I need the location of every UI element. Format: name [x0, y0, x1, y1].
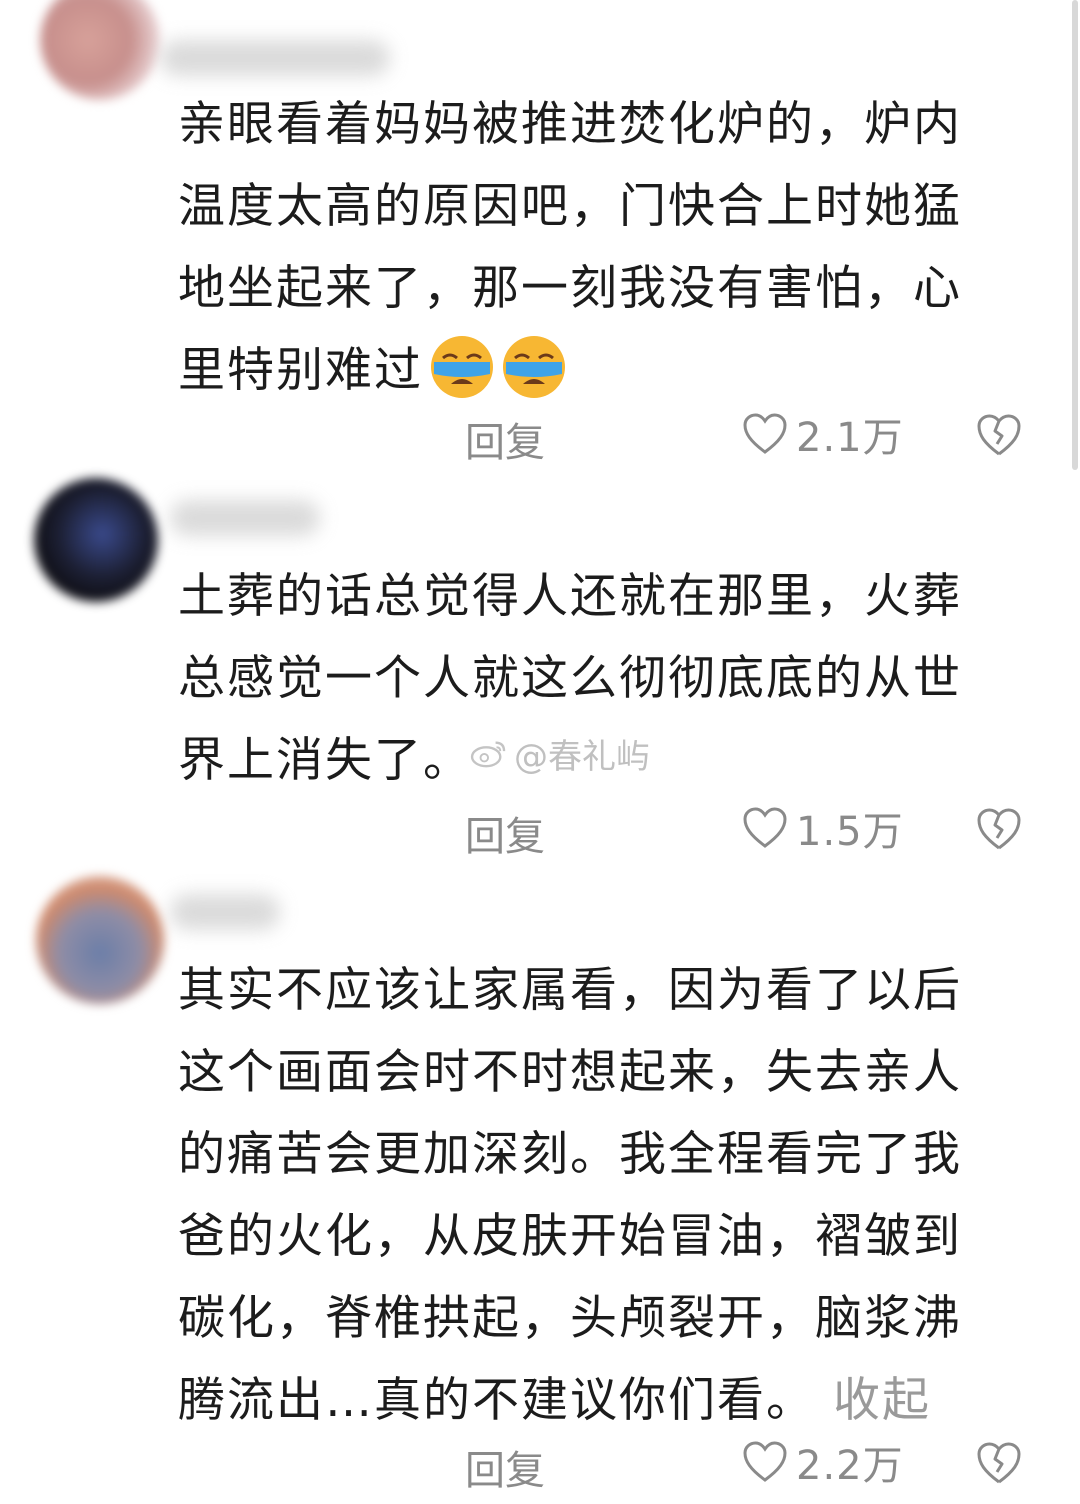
broken-heart-icon[interactable] — [975, 806, 1023, 852]
like-button[interactable]: 2.2万 — [742, 1436, 904, 1489]
crying-face-emoji — [429, 334, 495, 400]
heart-icon — [743, 807, 787, 848]
weibo-logo-icon — [470, 741, 506, 768]
scrollbar[interactable] — [1072, 0, 1078, 470]
heart-icon — [743, 1441, 787, 1482]
avatar[interactable] — [40, 0, 160, 100]
like-count: 2.1万 — [796, 415, 904, 461]
collapse-button[interactable]: 收起 — [833, 1373, 931, 1428]
broken-heart-icon[interactable] — [975, 1440, 1023, 1486]
username-blurred[interactable] — [170, 500, 320, 536]
comment-text-content: 亲眼看着妈妈被推进焚化炉的，炉内温度太高的原因吧，门快合上时她猛地坐起来了，那一… — [178, 97, 962, 398]
comment-actions: 回复 2.2万 — [0, 1432, 1080, 1494]
comment-text: 亲眼看着妈妈被推进焚化炉的，炉内温度太高的原因吧，门快合上时她猛地坐起来了，那一… — [178, 84, 1008, 412]
crying-face-emoji — [501, 334, 567, 400]
comment-text-content: 其实不应该让家属看，因为看了以后这个画面会时不时想起来，失去亲人的痛苦会更加深刻… — [178, 963, 962, 1428]
like-count: 1.5万 — [796, 809, 904, 855]
username-blurred[interactable] — [160, 40, 390, 76]
like-count: 2.2万 — [796, 1443, 904, 1489]
reply-button[interactable]: 回复 — [465, 1438, 545, 1496]
like-button[interactable]: 1.5万 — [742, 802, 904, 855]
reply-button[interactable]: 回复 — [465, 410, 545, 468]
like-button[interactable]: 2.1万 — [742, 408, 904, 461]
reply-button[interactable]: 回复 — [465, 804, 545, 862]
comment-actions: 回复 1.5万 — [0, 798, 1080, 860]
watermark: @春礼屿 — [470, 728, 650, 778]
comment-text: 其实不应该让家属看，因为看了以后这个画面会时不时想起来，失去亲人的痛苦会更加深刻… — [178, 950, 1008, 1442]
username-blurred[interactable] — [170, 894, 280, 930]
broken-heart-icon[interactable] — [975, 412, 1023, 458]
comment-actions: 回复 2.1万 — [0, 404, 1080, 466]
watermark-text: @春礼屿 — [514, 736, 650, 777]
avatar[interactable] — [36, 876, 164, 1004]
avatar[interactable] — [34, 478, 158, 602]
heart-icon — [743, 413, 787, 454]
